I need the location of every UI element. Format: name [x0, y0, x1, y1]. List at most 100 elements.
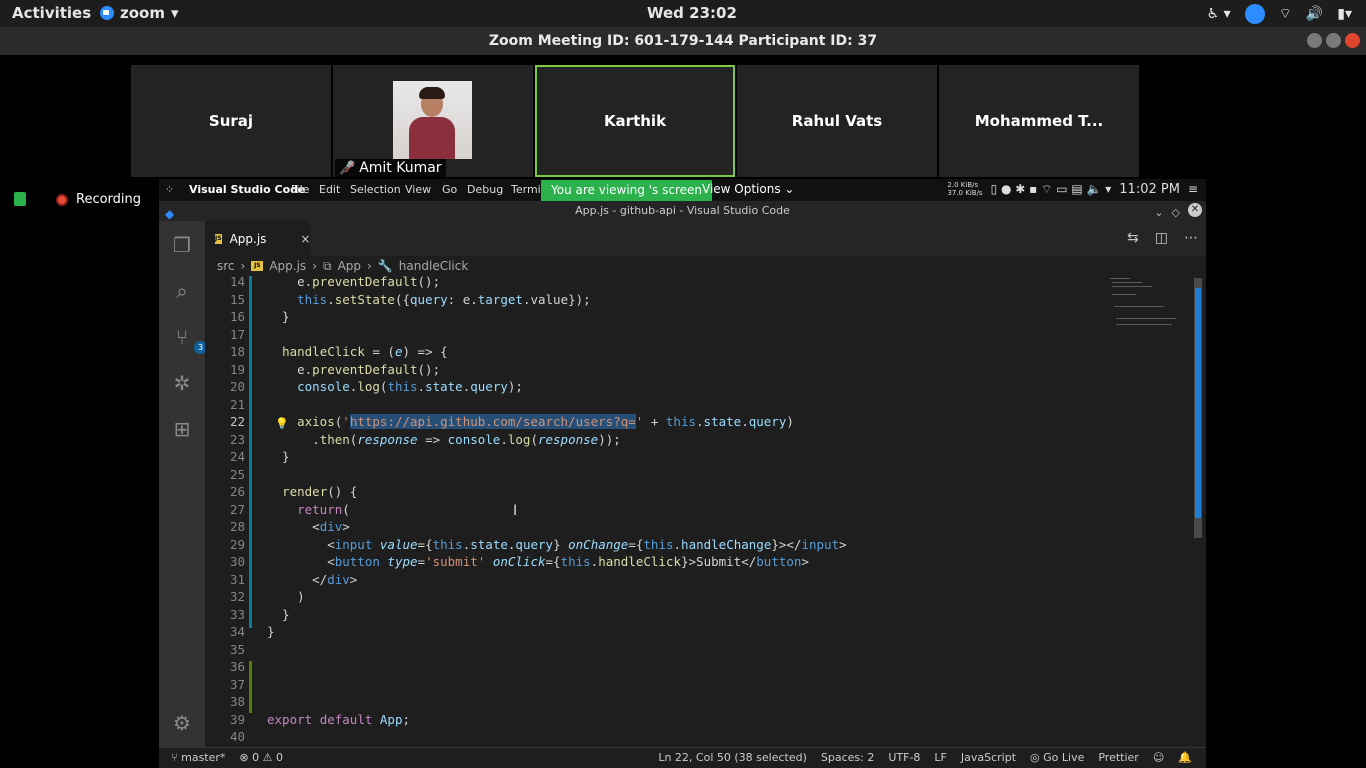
system-clock[interactable]: Wed 23:02: [647, 4, 737, 22]
line-number: 14: [229, 276, 245, 289]
js-file-icon: JS: [251, 261, 264, 271]
golive-status: ◎ Go Live: [1030, 751, 1085, 764]
minimap: [1106, 276, 1186, 356]
recording-indicator[interactable]: Recording: [56, 192, 141, 207]
restore-icon: ◇: [1171, 206, 1180, 219]
activity-bar: ❐ ⌕ ⑂ 3 ✲ ⊞ ⚙: [159, 221, 207, 751]
menu-terminal: Termi: [511, 183, 541, 196]
line-number: 27: [229, 501, 245, 517]
line-number: 22: [229, 414, 245, 429]
shared-screen[interactable]: ⁘ Visual Studio Code File Edit Selection…: [159, 179, 1206, 768]
code-line: 34}: [205, 623, 1105, 641]
volume-icon: 🔊: [1305, 6, 1324, 22]
close-icon[interactable]: [1345, 33, 1360, 48]
line-number: 31: [229, 571, 245, 587]
code-line: 33 }: [205, 606, 1105, 624]
window-title: App.js - github-api - Visual Studio Code: [575, 204, 790, 217]
code-line: 31 </div>: [205, 571, 1105, 589]
menu-edit: Edit: [319, 183, 341, 196]
feedback-icon: ☺: [1152, 751, 1165, 764]
code-line: 39 export default App;: [205, 711, 1105, 729]
line-number: 40: [229, 729, 245, 744]
encoding-status: UTF-8: [888, 751, 921, 764]
remote-tray: 2.0 KiB/s 37.0 KiB/s ▯ ● ✱ ▪ ⌔ ▭ ▤ 🔈 ▾ 1…: [947, 181, 1198, 197]
line-number: 15: [229, 291, 245, 307]
code-line: 38: [205, 693, 1105, 711]
code-text: export default App;: [267, 711, 411, 727]
participant-tile[interactable]: Mohammed T...: [939, 65, 1139, 177]
line-number: 21: [229, 396, 245, 412]
line-number: 18: [229, 344, 245, 359]
code-text: <button type='submit' onClick={this.hand…: [267, 554, 809, 569]
code-line: 18 handleClick = (e) => {: [205, 343, 1105, 361]
branch-status: ⑂ master*: [171, 751, 226, 764]
code-text: e.preventDefault();: [267, 361, 441, 377]
code-text: this.setState({query: e.target.value});: [297, 291, 591, 307]
code-line: 22 axios('https://api.github.com/search/…: [205, 413, 1105, 431]
code-line: 14 e.preventDefault();: [205, 276, 1105, 291]
line-number: 19: [229, 361, 245, 377]
status-bar: ⑂ master* ⊗ 0 ⚠ 0 Ln 22, Col 50 (38 sele…: [159, 747, 1206, 768]
zoom-window-title: Zoom Meeting ID: 601-179-144 Participant…: [0, 27, 1366, 55]
split-editor-icon: ◫: [1154, 230, 1168, 246]
problems-status: ⊗ 0 ⚠ 0: [239, 751, 283, 764]
tab-app-js: JS App.js ×: [205, 221, 310, 256]
app-menu[interactable]: zoom ▾: [100, 4, 179, 22]
recording-label: Recording: [76, 192, 142, 207]
activities-icon: ⁘: [165, 183, 175, 196]
line-number: 39: [229, 711, 245, 727]
code-text: <div>: [267, 519, 350, 534]
menu-view: View: [405, 183, 432, 196]
scrollbar: [1194, 278, 1202, 538]
participant-tile-active[interactable]: Karthik: [535, 65, 735, 177]
zoom-app-icon: [100, 6, 114, 20]
cursor-position: Ln 22, Col 50 (38 selected): [658, 751, 807, 764]
view-options-button[interactable]: View Options ⌄: [702, 182, 794, 196]
zoom-tray-icon[interactable]: [1244, 4, 1265, 24]
participant-name: Suraj: [208, 112, 254, 130]
minimize-icon: ⌄: [1154, 206, 1164, 219]
participant-nameplate: 🎤̸ Amit Kumar: [335, 159, 446, 177]
breadcrumb-item: App: [337, 259, 362, 273]
code-line: 15 this.setState({query: e.target.value}…: [205, 291, 1105, 309]
code-line: 27 return(: [205, 501, 1105, 519]
participant-tile-video[interactable]: 🎤̸ Amit Kumar: [333, 65, 533, 177]
menu-file: File: [291, 183, 310, 196]
code-text: render() {: [282, 484, 358, 499]
eol-status: LF: [934, 751, 947, 764]
code-line: 24 }: [205, 448, 1105, 466]
lock-icon[interactable]: [14, 192, 26, 206]
record-icon: [56, 193, 68, 206]
network-speed: 2.0 KiB/s 37.0 KiB/s: [947, 181, 982, 197]
accessibility-icon[interactable]: ♿ ▾: [1207, 6, 1231, 22]
net-down: 2.0 KiB/s: [947, 181, 979, 189]
participant-tile[interactable]: Suraj: [131, 65, 331, 177]
line-number: 30: [229, 554, 245, 569]
remote-menubar: ⁘ Visual Studio Code File Edit Selection…: [159, 179, 1206, 201]
line-number: 24: [229, 449, 245, 464]
participant-gallery: Suraj 🎤̸ Amit Kumar Karthik Rahul Vats M…: [0, 55, 1366, 179]
net-up: 37.0 KiB/s: [947, 189, 983, 197]
code-line: 23 .then(response => console.log(respons…: [205, 431, 1105, 449]
tray-icons: ▯ ● ✱ ▪ ⌔ ▭ ▤ 🔈 ▾: [990, 181, 1112, 196]
code-text: console.log(this.state.query);: [297, 379, 523, 394]
code-text: axios('https://api.github.com/search/use…: [297, 414, 794, 429]
breadcrumb-item: handleClick: [398, 259, 469, 273]
breadcrumb-item: src: [217, 259, 235, 273]
line-number: 36: [229, 659, 245, 674]
window-controls: [1307, 33, 1360, 48]
participant-tile[interactable]: Rahul Vats: [737, 65, 937, 177]
chevron-down-icon: ⌄: [784, 182, 795, 196]
code-text: }: [267, 309, 290, 324]
system-tray[interactable]: ♿ ▾ ⌔ 🔊 ▮▾: [1207, 4, 1352, 24]
text-cursor-icon: I: [513, 503, 518, 519]
participant-name: Karthik: [603, 112, 667, 130]
maximize-icon[interactable]: [1326, 33, 1341, 48]
code-line: 40: [205, 728, 1105, 746]
activities-button[interactable]: Activities: [12, 4, 91, 22]
code-text: ): [267, 589, 305, 604]
vscode-window-controls: ⌄ ◇ ✕: [1154, 203, 1202, 223]
minimize-icon[interactable]: [1307, 33, 1322, 48]
code-line: 36: [205, 658, 1105, 676]
editor-actions: ⇆ ◫ ⋯: [1127, 230, 1198, 246]
